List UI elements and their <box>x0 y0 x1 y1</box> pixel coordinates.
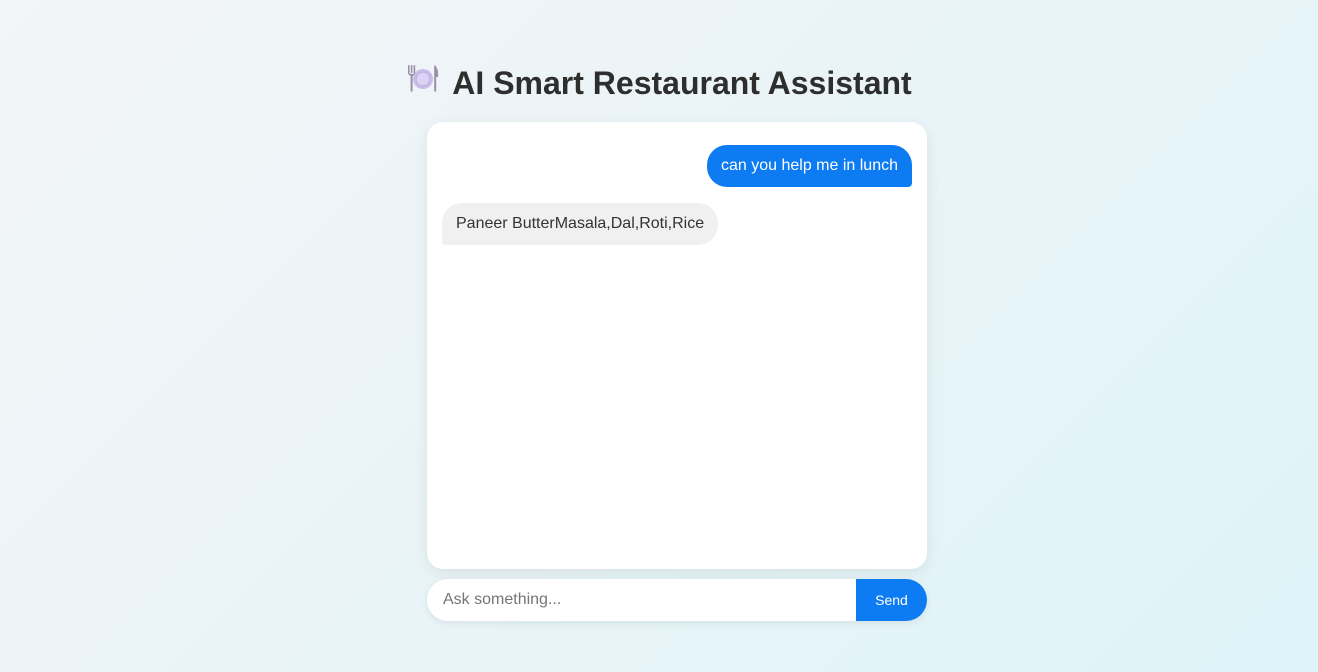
user-message-bubble: can you help me in lunch <box>707 145 912 187</box>
send-button[interactable]: Send <box>856 579 927 621</box>
page-title-text: AI Smart Restaurant Assistant <box>452 65 912 101</box>
page-title: AI Smart Restaurant Assistant <box>0 62 1318 107</box>
message-composer: Send <box>427 579 927 621</box>
chat-window[interactable]: can you help me in lunch Paneer ButterMa… <box>427 122 927 569</box>
ask-input[interactable] <box>427 579 856 621</box>
plate-with-cutlery-icon <box>406 62 440 104</box>
assistant-message-bubble: Paneer ButterMasala,Dal,Roti,Rice <box>442 203 719 245</box>
